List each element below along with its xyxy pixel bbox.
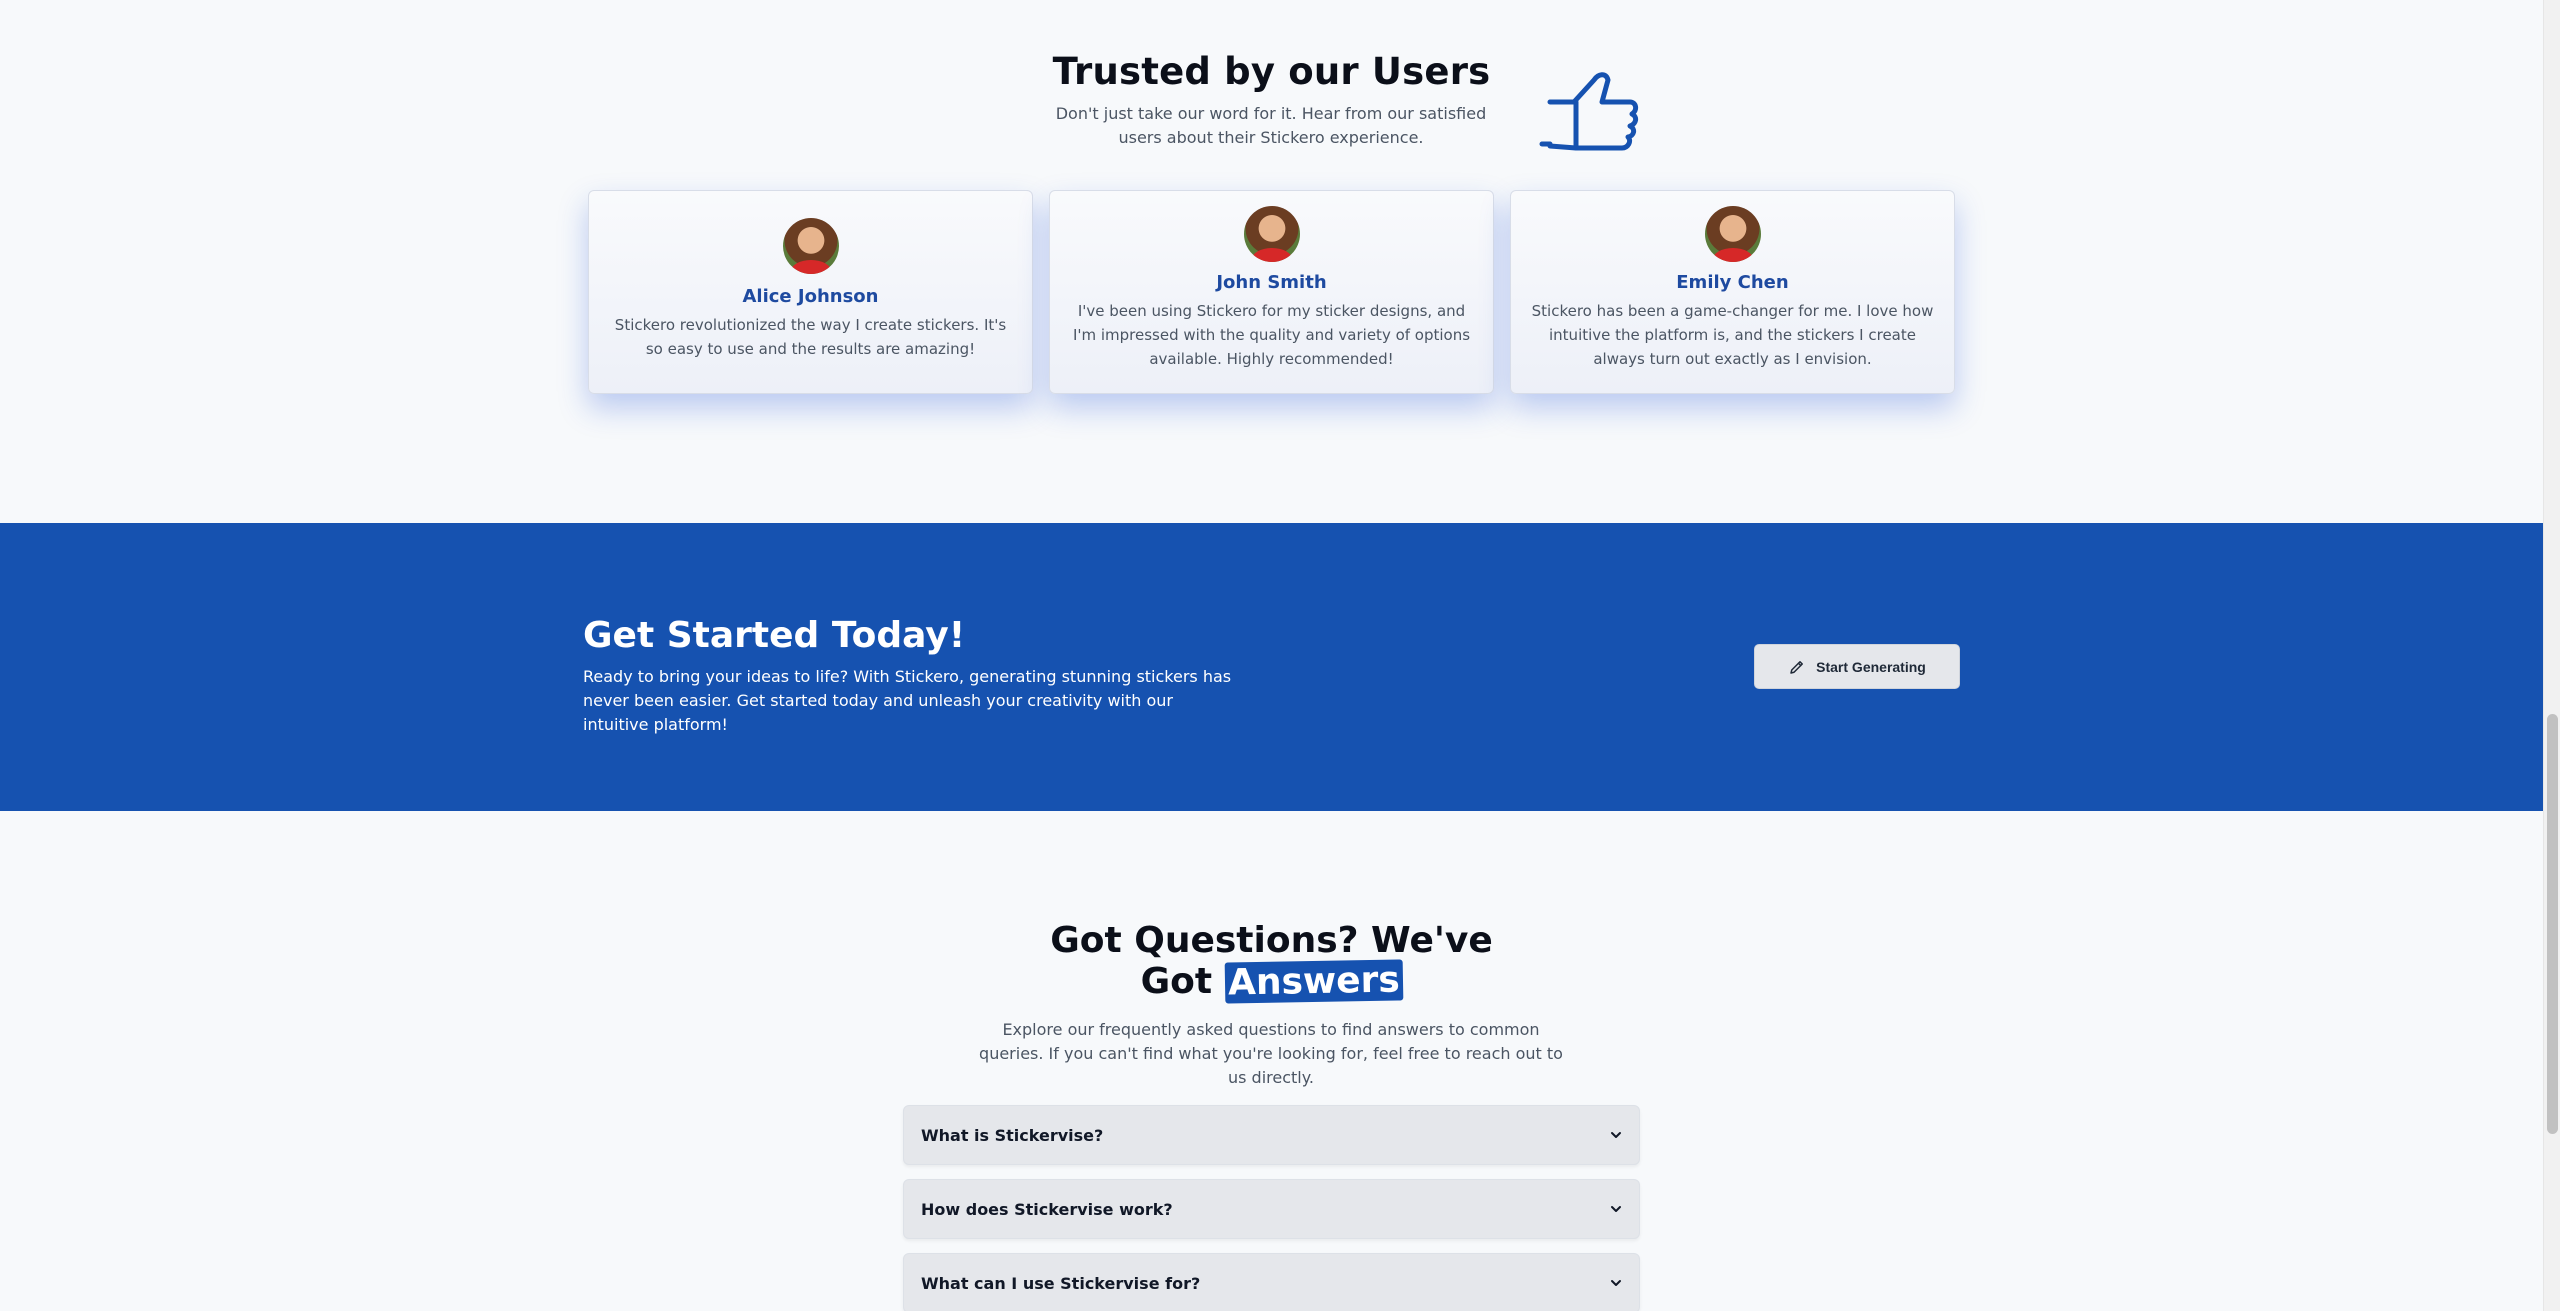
testimonials-section: Trusted by our Users Don't just take our… — [0, 0, 2543, 523]
testimonial-card: Emily Chen Stickero has been a game-chan… — [1510, 190, 1955, 394]
chevron-down-icon — [1611, 1206, 1621, 1212]
start-generating-label: Start Generating — [1816, 658, 1926, 675]
faq-question: What can I use Stickervise for? — [921, 1273, 1201, 1293]
faq-item[interactable]: What can I use Stickervise for? — [903, 1253, 1640, 1311]
avatar — [1704, 206, 1761, 262]
testimonial-quote: I've been using Stickero for my sticker … — [1072, 302, 1471, 368]
testimonial-name: Alice Johnson — [742, 286, 879, 307]
testimonial-quote: Stickero revolutionized the way I create… — [614, 316, 1007, 358]
testimonial-name: John Smith — [1216, 272, 1327, 293]
pencil-icon — [1790, 660, 1804, 674]
cta-text: Ready to bring your ideas to life? With … — [583, 667, 1232, 734]
faq-subtitle: Explore our frequently asked questions t… — [979, 1020, 1563, 1087]
faq-title-highlight: Answers — [1224, 959, 1403, 1004]
faq-item[interactable]: What is Stickervise? — [903, 1105, 1640, 1165]
avatar — [782, 218, 839, 274]
testimonials-subtitle: Don't just take our word for it. Hear fr… — [1055, 104, 1487, 147]
faq-question: How does Stickervise work? — [921, 1199, 1173, 1219]
scrollbar-thumb[interactable] — [2547, 714, 2558, 1134]
testimonial-card: John Smith I've been using Stickero for … — [1049, 190, 1494, 394]
testimonial-name: Emily Chen — [1676, 272, 1789, 293]
chevron-down-icon — [1611, 1132, 1621, 1138]
start-generating-button[interactable]: Start Generating — [1754, 644, 1960, 689]
faq-title-prefix: Got — [1140, 961, 1213, 1002]
page-scrollbar[interactable] — [2543, 0, 2560, 1311]
faq-title: Got Questions? We've Got Answers — [0, 920, 2543, 1004]
faq-question: What is Stickervise? — [921, 1125, 1104, 1145]
faq-title-line1: Got Questions? We've — [1050, 920, 1493, 961]
testimonials-title: Trusted by our Users — [1052, 50, 1491, 93]
chevron-down-icon — [1611, 1280, 1621, 1286]
testimonial-card: Alice Johnson Stickero revolutionized th… — [588, 190, 1033, 394]
faq-item[interactable]: How does Stickervise work? — [903, 1179, 1640, 1239]
cta-title: Get Started Today! — [583, 615, 966, 656]
testimonial-quote: Stickero has been a game-changer for me.… — [1531, 302, 1934, 368]
thumbs-up-icon — [1539, 72, 1639, 151]
cta-section: Get Started Today! Ready to bring your i… — [0, 523, 2543, 811]
avatar — [1243, 206, 1300, 262]
